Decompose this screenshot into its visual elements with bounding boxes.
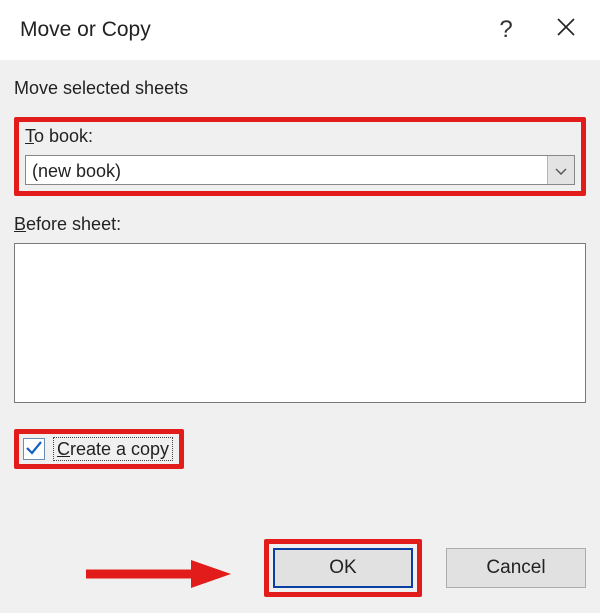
to-book-label-text: o book: bbox=[34, 126, 93, 146]
help-button[interactable]: ? bbox=[476, 0, 536, 60]
to-book-value: (new book) bbox=[26, 156, 547, 184]
check-icon bbox=[26, 439, 42, 460]
to-book-mnemonic: T bbox=[25, 126, 34, 146]
before-sheet-label: Before sheet: bbox=[14, 214, 121, 235]
title-bar: Move or Copy ? bbox=[0, 0, 600, 60]
dialog-button-row: OK Cancel bbox=[264, 539, 586, 597]
create-copy-mnemonic: C bbox=[57, 439, 70, 459]
create-copy-checkbox[interactable] bbox=[23, 438, 45, 460]
dialog-title: Move or Copy bbox=[20, 18, 476, 42]
create-copy-label-text: reate a copy bbox=[70, 439, 169, 459]
dialog-content: Move selected sheets To book: (new book)… bbox=[0, 60, 600, 613]
ok-highlight: OK bbox=[264, 539, 422, 597]
move-or-copy-dialog: Move or Copy ? Move selected sheets To b… bbox=[0, 0, 600, 613]
to-book-drop-button[interactable] bbox=[547, 156, 574, 184]
to-book-highlight: To book: (new book) bbox=[14, 117, 586, 196]
move-selected-sheets-label: Move selected sheets bbox=[14, 78, 586, 99]
annotation-arrow-icon bbox=[86, 559, 231, 589]
create-copy-label: Create a copy bbox=[53, 437, 173, 461]
create-copy-highlight: Create a copy bbox=[14, 429, 184, 469]
close-button[interactable] bbox=[536, 0, 596, 60]
before-sheet-label-text: efore sheet: bbox=[26, 214, 121, 234]
cancel-button[interactable]: Cancel bbox=[446, 548, 586, 588]
before-sheet-listbox[interactable] bbox=[14, 243, 586, 403]
ok-button[interactable]: OK bbox=[273, 548, 413, 588]
close-icon bbox=[556, 17, 576, 43]
to-book-label: To book: bbox=[25, 126, 93, 147]
before-sheet-mnemonic: B bbox=[14, 214, 26, 234]
help-icon: ? bbox=[499, 16, 512, 44]
chevron-down-icon bbox=[555, 160, 567, 181]
to-book-dropdown[interactable]: (new book) bbox=[25, 155, 575, 185]
